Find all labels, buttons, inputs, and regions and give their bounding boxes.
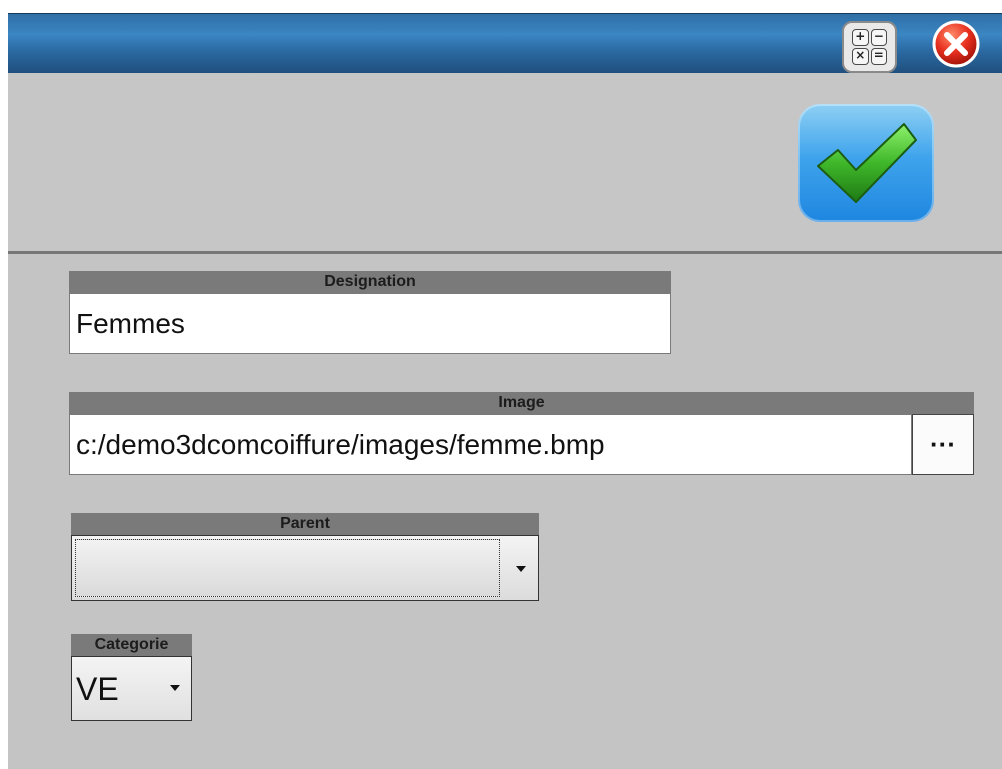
parent-dropdown[interactable] — [71, 535, 539, 601]
image-label: Image — [69, 392, 974, 414]
validate-button[interactable] — [798, 104, 934, 222]
designation-value: Femmes — [76, 308, 185, 339]
chevron-down-icon — [170, 685, 180, 691]
parent-field: Parent — [71, 513, 539, 601]
designation-input[interactable]: Femmes — [69, 293, 671, 354]
parent-label: Parent — [71, 513, 539, 535]
designation-label: Designation — [69, 271, 671, 293]
calc-equals: = — [870, 48, 887, 65]
calc-plus: + — [852, 29, 869, 46]
action-bar — [8, 73, 1002, 254]
image-path-input[interactable]: c:/demo3dcomcoiffure/images/femme.bmp — [69, 414, 912, 475]
dialog-window: + − × = Designation Femmes Image c:/demo… — [8, 13, 1002, 769]
checkmark-icon — [817, 123, 917, 203]
image-field: Image c:/demo3dcomcoiffure/images/femme.… — [69, 392, 974, 475]
title-bar: + − × = — [8, 13, 1002, 73]
calc-minus: − — [870, 29, 887, 46]
chevron-down-icon — [516, 566, 526, 572]
calculator-icon[interactable]: + − × = — [842, 21, 897, 73]
close-icon[interactable] — [931, 19, 981, 69]
designation-field: Designation Femmes — [69, 271, 671, 354]
image-path-value: c:/demo3dcomcoiffure/images/femme.bmp — [76, 429, 605, 460]
browse-button[interactable]: ··· — [912, 414, 974, 475]
categorie-field: Categorie VE — [71, 634, 192, 721]
categorie-label: Categorie — [71, 634, 192, 656]
calc-times: × — [852, 48, 869, 65]
parent-dropdown-value — [75, 539, 500, 597]
categorie-dropdown[interactable]: VE — [71, 656, 192, 721]
categorie-value: VE — [76, 671, 119, 707]
